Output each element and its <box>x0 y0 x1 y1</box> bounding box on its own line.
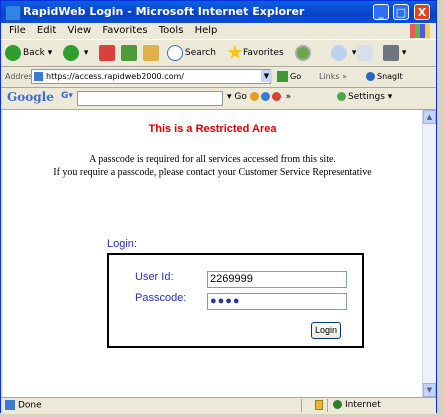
ie-logo-icon <box>5 5 21 21</box>
address-bar: Address https://access.rapidweb2000.com/… <box>1 67 436 88</box>
google-tool-icon <box>260 92 270 101</box>
windows-logo-icon <box>410 24 430 38</box>
favorites-star-icon <box>227 44 243 60</box>
status-label: Done <box>18 400 42 411</box>
google-settings-button[interactable]: Settings ▾ <box>337 92 392 102</box>
globe-icon <box>333 400 342 409</box>
settings-label: Settings <box>348 92 385 102</box>
menu-view[interactable]: View <box>67 23 91 39</box>
favorites-label: Favorites <box>243 48 284 58</box>
go-button[interactable]: Go <box>277 71 301 82</box>
close-button[interactable]: X <box>414 4 430 20</box>
snagit-label: SnagIt <box>377 72 403 81</box>
google-tool-icon <box>249 92 259 101</box>
menu-help[interactable]: Help <box>195 23 218 39</box>
links-label: Links <box>319 72 340 81</box>
search-icon <box>167 44 183 61</box>
vertical-scrollbar[interactable]: ▲ ▼ <box>422 110 436 397</box>
links-button[interactable]: Links » <box>319 72 347 81</box>
go-arrow-icon <box>277 71 288 82</box>
standard-toolbar: Back ▾ ▾ Search Favorites ▾ ▾ <box>1 39 436 67</box>
google-logo: Google <box>7 90 54 104</box>
page-icon <box>5 400 15 410</box>
menu-tools[interactable]: Tools <box>159 23 184 39</box>
favorites-button[interactable]: Favorites <box>227 43 284 63</box>
restricted-title: This is a Restricted Area <box>148 123 277 135</box>
print-icon <box>383 44 399 61</box>
passcode-label: Passcode: <box>135 292 187 304</box>
google-tools[interactable]: ▾ Go » <box>227 92 291 102</box>
user-id-input[interactable]: 2269999 <box>207 271 347 288</box>
google-tool-icon <box>271 92 281 101</box>
info-line-1: A passcode is required for all services … <box>89 154 336 165</box>
history-button[interactable]: ▾ <box>331 43 356 63</box>
login-heading: Login: <box>107 238 137 250</box>
stop-icon <box>99 44 115 61</box>
forward-button[interactable]: ▾ <box>63 43 88 63</box>
search-label: Search <box>185 48 216 58</box>
google-search-input[interactable] <box>77 91 223 106</box>
print-button[interactable]: ▾ <box>383 43 406 63</box>
mail-button[interactable] <box>357 43 373 63</box>
zone-label: Internet <box>345 400 381 410</box>
history-icon <box>331 44 347 61</box>
menu-bar: File Edit View Favorites Tools Help <box>1 23 436 39</box>
snagit-button[interactable]: SnagIt <box>366 72 403 81</box>
media-icon <box>295 44 311 61</box>
menu-file[interactable]: File <box>9 23 26 39</box>
info-line-2: If you require a passcode, please contac… <box>53 167 372 178</box>
back-button[interactable]: Back ▾ <box>5 43 52 63</box>
maximize-button[interactable]: □ <box>393 4 409 20</box>
google-go-label: Go <box>234 92 247 102</box>
google-dropdown[interactable]: G▾ <box>61 91 73 101</box>
scroll-up-icon[interactable]: ▲ <box>423 110 436 124</box>
home-button[interactable] <box>143 43 159 63</box>
menu-edit[interactable]: Edit <box>37 23 56 39</box>
back-label: Back <box>23 48 45 58</box>
status-divider <box>301 399 302 412</box>
back-arrow-icon <box>5 44 21 61</box>
settings-icon <box>337 92 346 101</box>
login-button[interactable]: Login <box>311 322 341 339</box>
lock-icon <box>315 400 323 410</box>
status-divider <box>327 399 328 412</box>
minimize-button[interactable]: _ <box>373 4 389 20</box>
user-id-label: User Id: <box>135 271 174 283</box>
scroll-down-icon[interactable]: ▼ <box>423 383 436 397</box>
stop-button[interactable] <box>99 43 115 63</box>
address-input[interactable]: https://access.rapidweb2000.com/ <box>31 69 271 84</box>
page-icon <box>34 72 43 81</box>
menu-favorites[interactable]: Favorites <box>102 23 147 39</box>
refresh-icon <box>121 44 137 61</box>
login-form: User Id: 2269999 Passcode: ●●●● Login <box>107 253 364 348</box>
passcode-input[interactable]: ●●●● <box>207 293 347 310</box>
address-dropdown-icon[interactable]: ▼ <box>261 70 272 82</box>
google-toolbar: Google G▾ ▾ Go » Settings ▾ <box>1 87 436 110</box>
go-label: Go <box>290 72 302 81</box>
window-title: RapidWeb Login - Microsoft Internet Expl… <box>23 5 305 18</box>
page-content: This is a Restricted Area A passcode is … <box>3 110 422 397</box>
snagit-icon <box>366 72 375 81</box>
media-button[interactable] <box>295 43 313 63</box>
search-button[interactable]: Search <box>167 43 216 63</box>
browser-window: RapidWeb Login - Microsoft Internet Expl… <box>0 0 437 414</box>
address-url: https://access.rapidweb2000.com/ <box>46 72 184 81</box>
title-bar[interactable]: RapidWeb Login - Microsoft Internet Expl… <box>1 1 436 23</box>
refresh-button[interactable] <box>121 43 137 63</box>
home-icon <box>143 44 159 61</box>
status-bar: Done Internet <box>1 397 436 414</box>
forward-arrow-icon <box>63 44 79 61</box>
security-zone: Internet <box>333 400 381 410</box>
status-text: Done <box>5 400 42 411</box>
mail-icon <box>357 44 373 61</box>
